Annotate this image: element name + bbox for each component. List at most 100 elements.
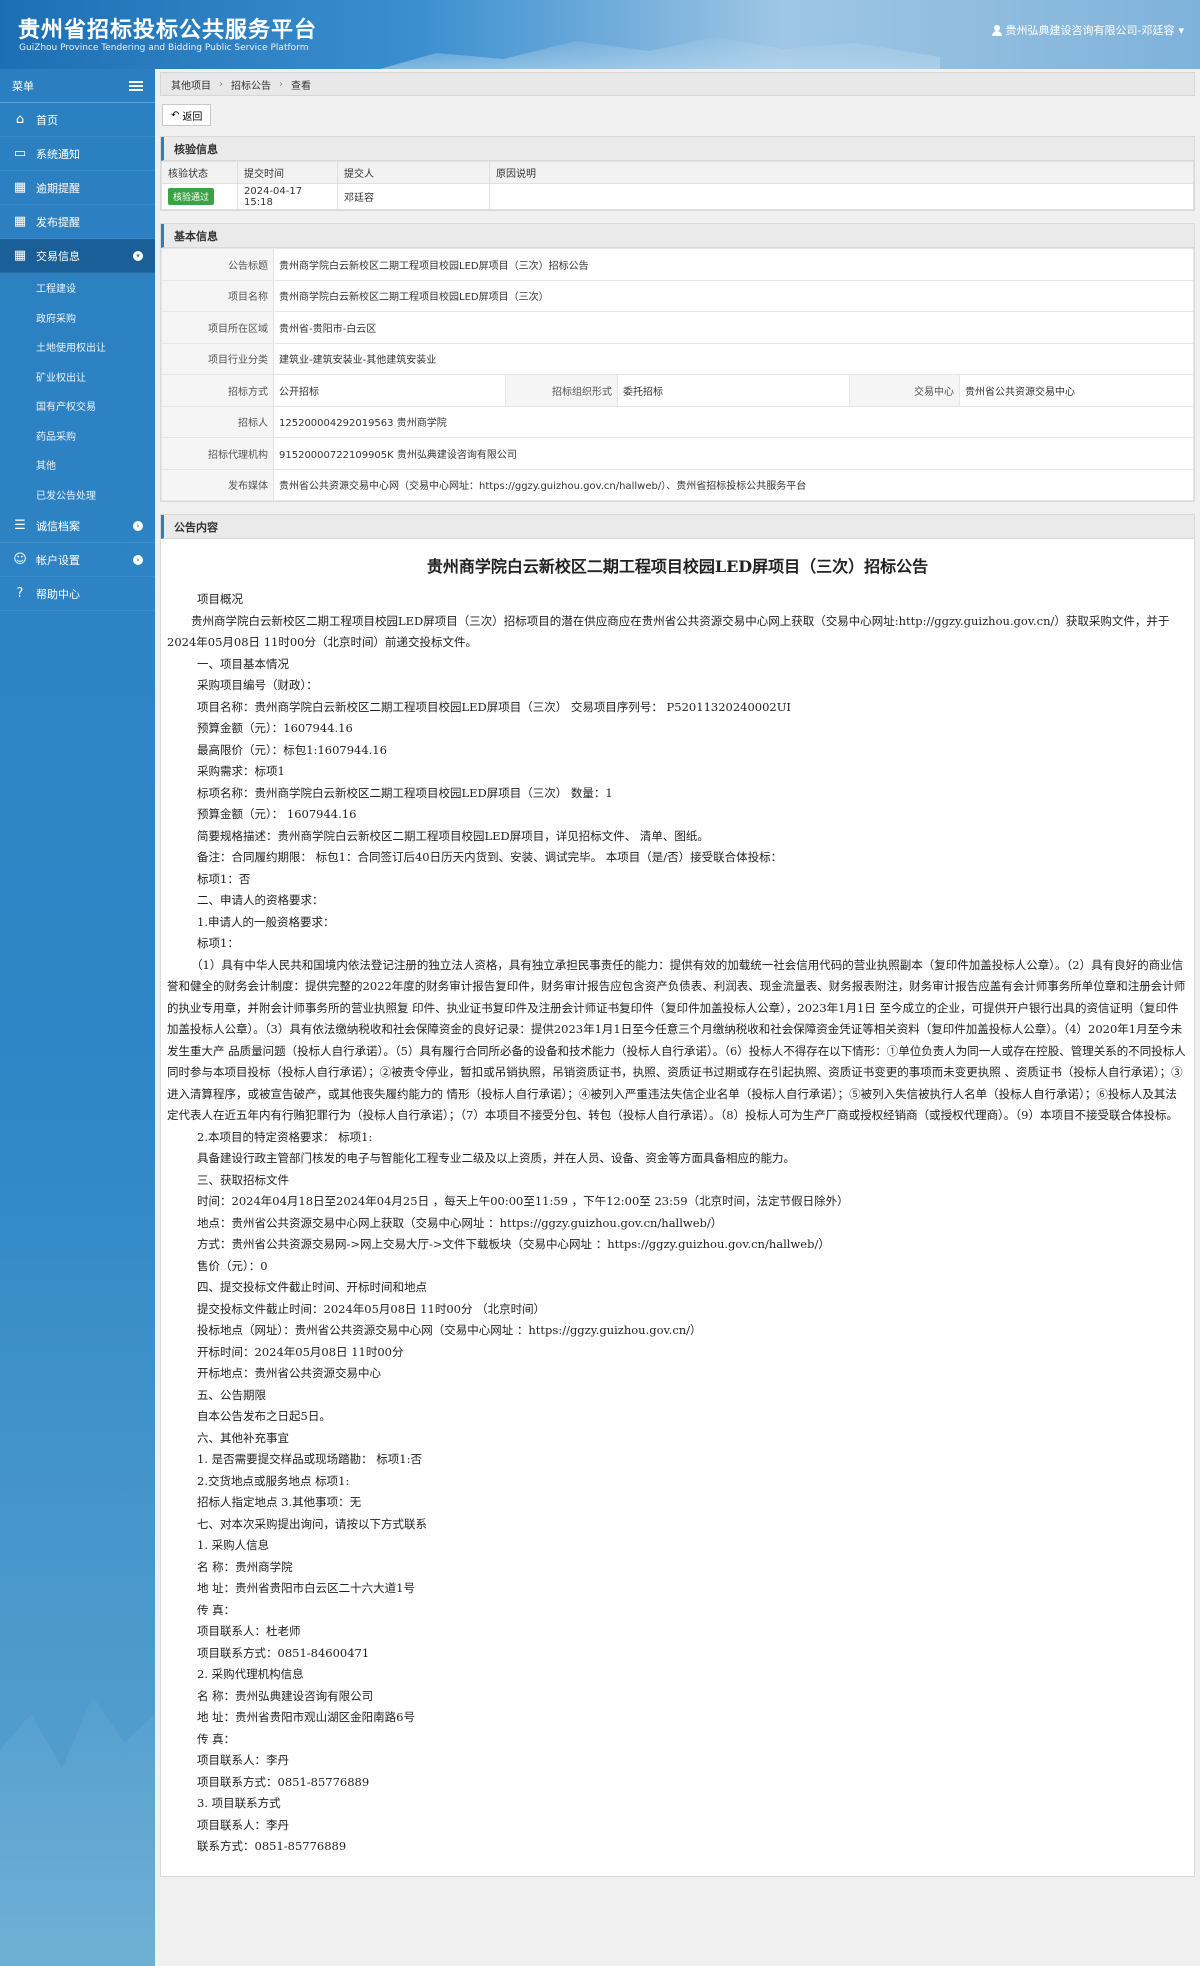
notice-paragraph: 1. 是否需要提交样品或现场踏勘： 标项1:否 [197,1452,422,1466]
agency-value: 91520000722109905K 贵州弘典建设咨询有限公司 [273,437,1194,470]
calendar-icon: ▦ [13,248,27,263]
table-row: 核验通过 2024-04-17 15:18 邓廷容 [161,183,1194,210]
chevron-right-icon: › [133,520,143,531]
field-label: 发布媒体 [161,468,274,501]
sidebar-subitem-engineering[interactable]: 工程建设 [0,273,155,303]
platform-title: 贵州省招标投标公共服务平台 [18,18,318,43]
chevron-right-icon: › [219,78,223,90]
reason [489,183,1194,210]
sidebar-item-overdue[interactable]: ▦ 逾期提醒 [0,171,155,205]
notice-paragraph: 五、公告期限 [197,1387,266,1402]
notice-paragraph: 方式：贵州省公共资源交易网->网上交易大厅->文件下载板块（交易中心网址 ：ht… [197,1237,830,1251]
table-row: 招标方式 公开招标 招标组织形式 委托招标 交易中心 贵州省公共资源交易中心 [161,374,1194,407]
calendar-icon: ▦ [13,214,27,229]
sidebar-subitem-gov-procurement[interactable]: 政府采购 [0,303,155,333]
notice-paragraph: 2.本项目的特定资格要求： 标项1: [197,1129,373,1144]
method-value: 公开招标 [273,374,506,407]
notice-paragraph: 标项名称：贵州商学院白云新校区二期工程项目校园LED屏项目（三次） 数量：1 [197,785,613,800]
sidebar-subitem-published-handling[interactable]: 已发公告处理 [0,480,155,510]
notice-paragraph: 一、项目基本情况 [197,656,289,671]
notice-paragraph: 传 真： [197,1731,236,1746]
sidebar-item-credit[interactable]: ☰ 诚信档案 › [0,509,155,543]
notice-paragraph: 预算金额（元）： 1607944.16 [197,807,357,821]
project-name-value: 贵州商学院白云新校区二期工程项目校园LED屏项目（三次） [273,279,1194,312]
table-row: 项目所在区域 贵州省-贵阳市-白云区 [161,311,1194,344]
notice-paragraph: 1.申请人的一般资格要求： [197,914,335,929]
notice-paragraph: 七、对本次采购提出询问，请按以下方式联系 [197,1516,427,1531]
notice-paragraph: 贵州商学院白云新校区二期工程项目校园LED屏项目（三次）招标项目的潜在供应商应在… [167,613,1170,650]
sidebar-item-label: 首页 [36,113,58,127]
hamburger-icon[interactable] [129,80,143,91]
notice-paragraph: 地 址：贵州省贵阳市白云区二十六大道1号 [197,1581,415,1595]
field-label: 招标人 [161,405,274,438]
field-label: 招标代理机构 [161,437,274,470]
notice-paragraph: 项目名称：贵州商学院白云新校区二期工程项目校园LED屏项目（三次） 交易项目序列… [197,699,791,714]
notice-paragraph: 项目概况 [197,592,243,606]
notice-paragraph: 提交投标文件截止时间：2024年05月08日 11时00分 （北京时间） [197,1301,546,1316]
notice-panel: 公告内容 贵州商学院白云新校区二期工程项目校园LED屏项目（三次）招标公告 项目… [160,514,1195,1877]
notice-paragraph: 2.交货地点或服务地点 标项1: [197,1473,350,1488]
notice-paragraph: 二、申请人的资格要求： [197,893,324,907]
sidebar-subitem-state-property[interactable]: 国有产权交易 [0,391,155,421]
column-header: 提交人 [337,161,490,184]
table-row: 项目行业分类 建筑业-建筑安装业-其他建筑安装业 [161,342,1194,375]
audit-panel: 核验信息 核验状态 提交时间 提交人 原因说明 核验通过 2024-04-17 … [160,136,1195,211]
sidebar-item-notifications[interactable]: ▭ 系统通知 [0,137,155,171]
sidebar-subitem-other[interactable]: 其他 [0,450,155,480]
notice-body: 项目概况贵州商学院白云新校区二期工程项目校园LED屏项目（三次）招标项目的潜在供… [161,589,1194,1876]
notice-paragraph: 自本公告发布之日起5日。 [197,1409,331,1423]
notice-paragraph: 三、获取招标文件 [197,1172,289,1187]
audit-table: 核验状态 提交时间 提交人 原因说明 核验通过 2024-04-17 15:18… [161,161,1194,210]
notice-paragraph: 售价（元）：0 [197,1258,268,1273]
column-header: 核验状态 [161,161,238,184]
home-icon: ⌂ [15,112,25,127]
user-menu[interactable]: 贵州弘典建设咨询有限公司-邓廷容 ▾ [991,22,1184,38]
sidebar-item-home[interactable]: ⌂ 首页 [0,103,155,137]
field-label: 公告标题 [161,248,274,281]
org-form-value: 委托招标 [617,374,850,407]
industry-value: 建筑业-建筑安装业-其他建筑安装业 [273,342,1194,375]
notice-paragraph: 具备建设行政主管部门核发的电子与智能化工程专业二级及以上资质，并在人员、设备、资… [197,1151,795,1165]
notice-paragraph: 项目联系方式：0851-84600471 [197,1645,370,1660]
calendar-icon: ▦ [13,180,27,195]
notice-paragraph: 地点：贵州省公共资源交易中心网上获取（交易中心网址 ：https://ggzy.… [197,1215,723,1230]
sidebar-item-help[interactable]: ? 帮助中心 [0,577,155,611]
sidebar-subitem-medicine[interactable]: 药品采购 [0,421,155,451]
notice-paragraph: 名 称：贵州弘典建设咨询有限公司 [197,1688,374,1703]
user-name: 贵州弘典建设咨询有限公司-邓廷容 [1005,24,1175,37]
table-row: 项目名称 贵州商学院白云新校区二期工程项目校园LED屏项目（三次） [161,279,1194,312]
sidebar-item-account[interactable]: ☺ 帐户设置 › [0,543,155,577]
notice-paragraph: 传 真： [197,1602,236,1617]
breadcrumb: 其他项目 › 招标公告 › 查看 [160,72,1195,96]
media-value: 贵州省公共资源交易中心网（交易中心网址：https://ggzy.guizhou… [273,468,1194,501]
notice-section-title: 公告内容 [161,515,1194,539]
notice-paragraph: 采购项目编号（财政）： [197,678,318,692]
region-value: 贵州省-贵阳市-白云区 [273,311,1194,344]
breadcrumb-item[interactable]: 其他项目 [171,77,211,92]
sidebar-subitem-mining-rights[interactable]: 矿业权出让 [0,362,155,392]
basic-info-panel: 基本信息 公告标题 贵州商学院白云新校区二期工程项目校园LED屏项目（三次）招标… [160,223,1195,502]
center-value: 贵州省公共资源交易中心 [959,374,1194,407]
basic-info-table: 公告标题 贵州商学院白云新校区二期工程项目校园LED屏项目（三次）招标公告 项目… [161,248,1194,501]
breadcrumb-item[interactable]: 招标公告 [231,77,271,92]
notice-paragraph: 预算金额（元）：1607944.16 [197,721,353,735]
notice-title: 贵州商学院白云新校区二期工程项目校园LED屏项目（三次）招标公告 [426,557,929,576]
audit-panel-title: 核验信息 [161,137,1194,161]
sidebar-item-trade-info[interactable]: ▦ 交易信息 ▾ [0,239,155,273]
toolbar: ↶ 返回 [160,100,1195,130]
notice-paragraph: 采购需求：标项1 [197,764,285,778]
header-mountain-decoration [380,37,940,69]
back-arrow-icon: ↶ [171,109,180,121]
sidebar-item-label: 帮助中心 [36,587,80,601]
sidebar-subitem-land-use[interactable]: 土地使用权出让 [0,332,155,362]
table-row: 发布媒体 贵州省公共资源交易中心网（交易中心网址：https://ggzy.gu… [161,468,1194,501]
notice-paragraph: 备注：合同履约期限： 标包1：合同签订后40日历天内货到、安装、调试完毕。 本项… [197,850,783,864]
notice-paragraph: 项目联系人：李丹 [197,1753,289,1767]
back-button-label: 返回 [182,111,203,123]
notice-paragraph: 标项1： [197,936,239,950]
user-icon: ☺ [13,552,27,567]
field-label: 招标方式 [161,374,274,407]
back-button[interactable]: ↶ 返回 [162,104,212,126]
sidebar-item-publish-reminder[interactable]: ▦ 发布提醒 [0,205,155,239]
notice-paragraph: 简要规格描述：贵州商学院白云新校区二期工程项目校园LED屏项目，详见招标文件、 … [197,828,709,843]
